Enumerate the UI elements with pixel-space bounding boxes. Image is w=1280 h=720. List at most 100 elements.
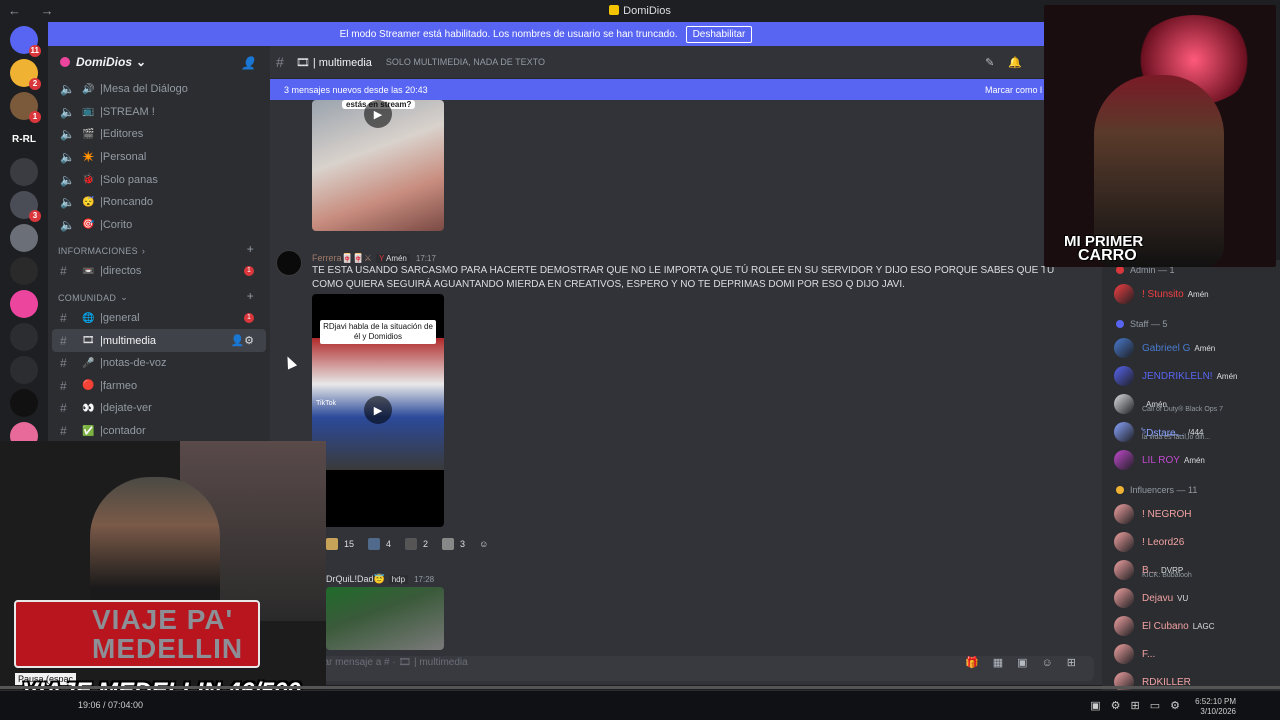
- channel-dejate-ver[interactable]: # 👀 | dejate-ver: [48, 397, 270, 420]
- image-attachment[interactable]: [326, 587, 444, 650]
- mention-badge: 3: [29, 210, 41, 222]
- member-name: JENDRIKLELN!: [1142, 370, 1213, 382]
- play-icon[interactable]: ▶: [364, 396, 392, 424]
- channel-personal[interactable]: 🔈 ✴️ | Personal: [48, 146, 270, 169]
- reaction[interactable]: 15: [322, 536, 358, 552]
- category-icon: [1116, 486, 1124, 494]
- reaction[interactable]: 2: [401, 536, 432, 552]
- hash-icon: #: [60, 333, 67, 348]
- server-icon[interactable]: [10, 323, 38, 351]
- speaker-icon: 🔈: [60, 82, 75, 97]
- channel-notas-de-voz[interactable]: # 🎤 | notas-de-voz: [48, 352, 270, 375]
- avatar[interactable]: [276, 250, 302, 276]
- member-name: ! NEGROH: [1142, 508, 1192, 520]
- server-icon[interactable]: 2: [10, 59, 41, 90]
- speaker-icon: 🔈: [60, 217, 75, 232]
- member-item[interactable]: Amén Call of Duty® Black Ops 7: [1102, 390, 1280, 418]
- channel-sidebar: DomiDios ⌄ 👤 🔈 🔊 | Mesa del Diálogo 🔈 📺 | STR…: [48, 46, 270, 441]
- progress-bar[interactable]: [0, 686, 1280, 689]
- add-channel-icon[interactable]: +: [247, 242, 254, 256]
- reaction[interactable]: 4: [364, 536, 395, 552]
- channel-settings-icon[interactable]: 👤⚙: [230, 334, 254, 347]
- member-item[interactable]: ! Leord26: [1102, 528, 1280, 556]
- channel-roncando[interactable]: 🔈 😴 | Roncando: [48, 191, 270, 214]
- message-author[interactable]: DrQuiL!Dad😇: [326, 574, 385, 584]
- channel-label: Solo panas: [102, 173, 158, 186]
- member-item[interactable]: JENDRIKLELN! Amén: [1102, 362, 1280, 390]
- member-role-badge: Amén: [1183, 455, 1205, 465]
- webcam-title-2: CARRO: [1078, 247, 1137, 264]
- member-item[interactable]: F...: [1102, 640, 1280, 668]
- chevron-down-icon: ⌄: [136, 55, 147, 69]
- player-controls[interactable]: ▣⚙⊞▭⚙: [1090, 699, 1190, 712]
- member-item[interactable]: ! NEGROH: [1102, 500, 1280, 528]
- message-input[interactable]: Enviar mensaje a # · 🎞 | multimedia: [304, 657, 468, 668]
- server-icon[interactable]: [10, 356, 38, 384]
- member-item[interactable]: ꙴ⁵Dstar̶e̶.../444 la vida es facil,lo dif…: [1102, 418, 1280, 446]
- member-item[interactable]: ! Stunsito Amén: [1102, 280, 1280, 308]
- server-icon[interactable]: [10, 290, 38, 318]
- category-icon: [1116, 266, 1124, 274]
- header-icons[interactable]: ✎🔔: [985, 56, 1036, 69]
- video-attachment[interactable]: estás en stream? ▶: [312, 100, 444, 231]
- channel-label: Corito: [102, 218, 133, 231]
- staff-members: Gabrieel G Amén JENDRIKLELN! Amén Amén Call o…: [1102, 334, 1280, 474]
- channel-directos[interactable]: # 📼 | directos 1: [48, 260, 270, 283]
- member-item[interactable]: B... DVRP KICK: Bubalooh: [1102, 556, 1280, 584]
- mark-as-read-button[interactable]: Marcar como l: [985, 85, 1042, 95]
- window-title-text: DomiDios: [623, 5, 671, 17]
- server-icon[interactable]: 3: [10, 191, 41, 222]
- channel-emoji: 📺: [82, 106, 95, 118]
- member-item[interactable]: El Cubano LAGC: [1102, 612, 1280, 640]
- channel-farmeo[interactable]: # 🔴 | farmeo: [48, 375, 270, 398]
- category-comunidad[interactable]: COMUNIDAD ⌄ +: [48, 283, 270, 307]
- server-icon[interactable]: [10, 158, 38, 186]
- server-icon[interactable]: 1: [10, 92, 41, 123]
- tiktok-watermark: TikTok: [316, 400, 336, 407]
- category-informaciones[interactable]: INFORMACIONES › +: [48, 236, 270, 260]
- message-timestamp: 17:17: [415, 254, 436, 263]
- member-item[interactable]: Gabrieel G Amén: [1102, 334, 1280, 362]
- server-icon[interactable]: [10, 257, 38, 285]
- message-author[interactable]: Ferrera🀄🀄⚔: [312, 253, 372, 263]
- viaje-overlay-card: VIAJE PA' MEDELLIN: [14, 600, 260, 668]
- channel-emoji: 👀: [82, 402, 95, 414]
- invite-icon[interactable]: 👤: [241, 56, 256, 70]
- role-icon: Y: [379, 254, 385, 263]
- channel-general[interactable]: # 🌐 | general 1: [48, 307, 270, 330]
- member-item[interactable]: Dejavu VU: [1102, 584, 1280, 612]
- reaction[interactable]: 3: [438, 536, 469, 552]
- new-messages-bar[interactable]: 3 mensajes nuevos desde las 20:43 Marcar…: [270, 79, 1044, 100]
- channel-editores[interactable]: 🔈 🎬 | Editores: [48, 123, 270, 146]
- server-icon[interactable]: R-RL: [10, 125, 38, 153]
- voice-channel-list: 🔈 🔊 | Mesa del Diálogo 🔈 📺 | STREAM ! 🔈 🎬 | Edit…: [48, 78, 270, 236]
- channel-stream[interactable]: 🔈 📺 | STREAM !: [48, 101, 270, 124]
- avatar: [1114, 616, 1134, 636]
- channel-contador[interactable]: # ✅ | contador: [48, 420, 270, 441]
- member-status: la vida es facil,lo difi...: [1142, 434, 1211, 441]
- disable-streamer-button[interactable]: Deshabilitar: [685, 25, 753, 43]
- channel-solo-panas[interactable]: 🔈 🐞 | Solo panas: [48, 168, 270, 191]
- server-icon[interactable]: [10, 389, 38, 417]
- video-attachment[interactable]: RDjavi habla de la situación de él y Dom…: [312, 294, 444, 527]
- play-icon[interactable]: ▶: [364, 100, 392, 128]
- channel-corito[interactable]: 🔈 🎯 | Corito: [48, 214, 270, 237]
- hash-icon: #: [60, 264, 67, 279]
- member-category-label: Influencers — 11: [1130, 485, 1198, 495]
- server-icon[interactable]: 11: [10, 26, 41, 57]
- message-composer: + Enviar mensaje a # · 🎞 | multimedia 🎁▦…: [270, 650, 1102, 685]
- channel-emoji: 🔊: [82, 83, 95, 95]
- guild-header[interactable]: DomiDios ⌄ 👤: [48, 46, 270, 78]
- avatar: [1114, 450, 1134, 470]
- server-icon[interactable]: [10, 224, 38, 252]
- channel-multimedia[interactable]: # 🎞 | multimedia 👤⚙: [52, 329, 266, 352]
- add-reaction-icon[interactable]: ☺: [475, 536, 492, 552]
- member-item[interactable]: LIL ROY Amén: [1102, 446, 1280, 474]
- streamer-banner-text: El modo Streamer está habilitado. Los no…: [339, 28, 678, 40]
- member-role-badge: VU: [1177, 593, 1189, 603]
- hash-icon: #: [60, 378, 67, 393]
- add-channel-icon[interactable]: +: [247, 289, 254, 303]
- composer-icons[interactable]: 🎁▦▣☺⊞: [965, 656, 1090, 669]
- channel-mesa-del-di-logo[interactable]: 🔈 🔊 | Mesa del Diálogo: [48, 78, 270, 101]
- member-role-badge: Amén: [1187, 289, 1209, 299]
